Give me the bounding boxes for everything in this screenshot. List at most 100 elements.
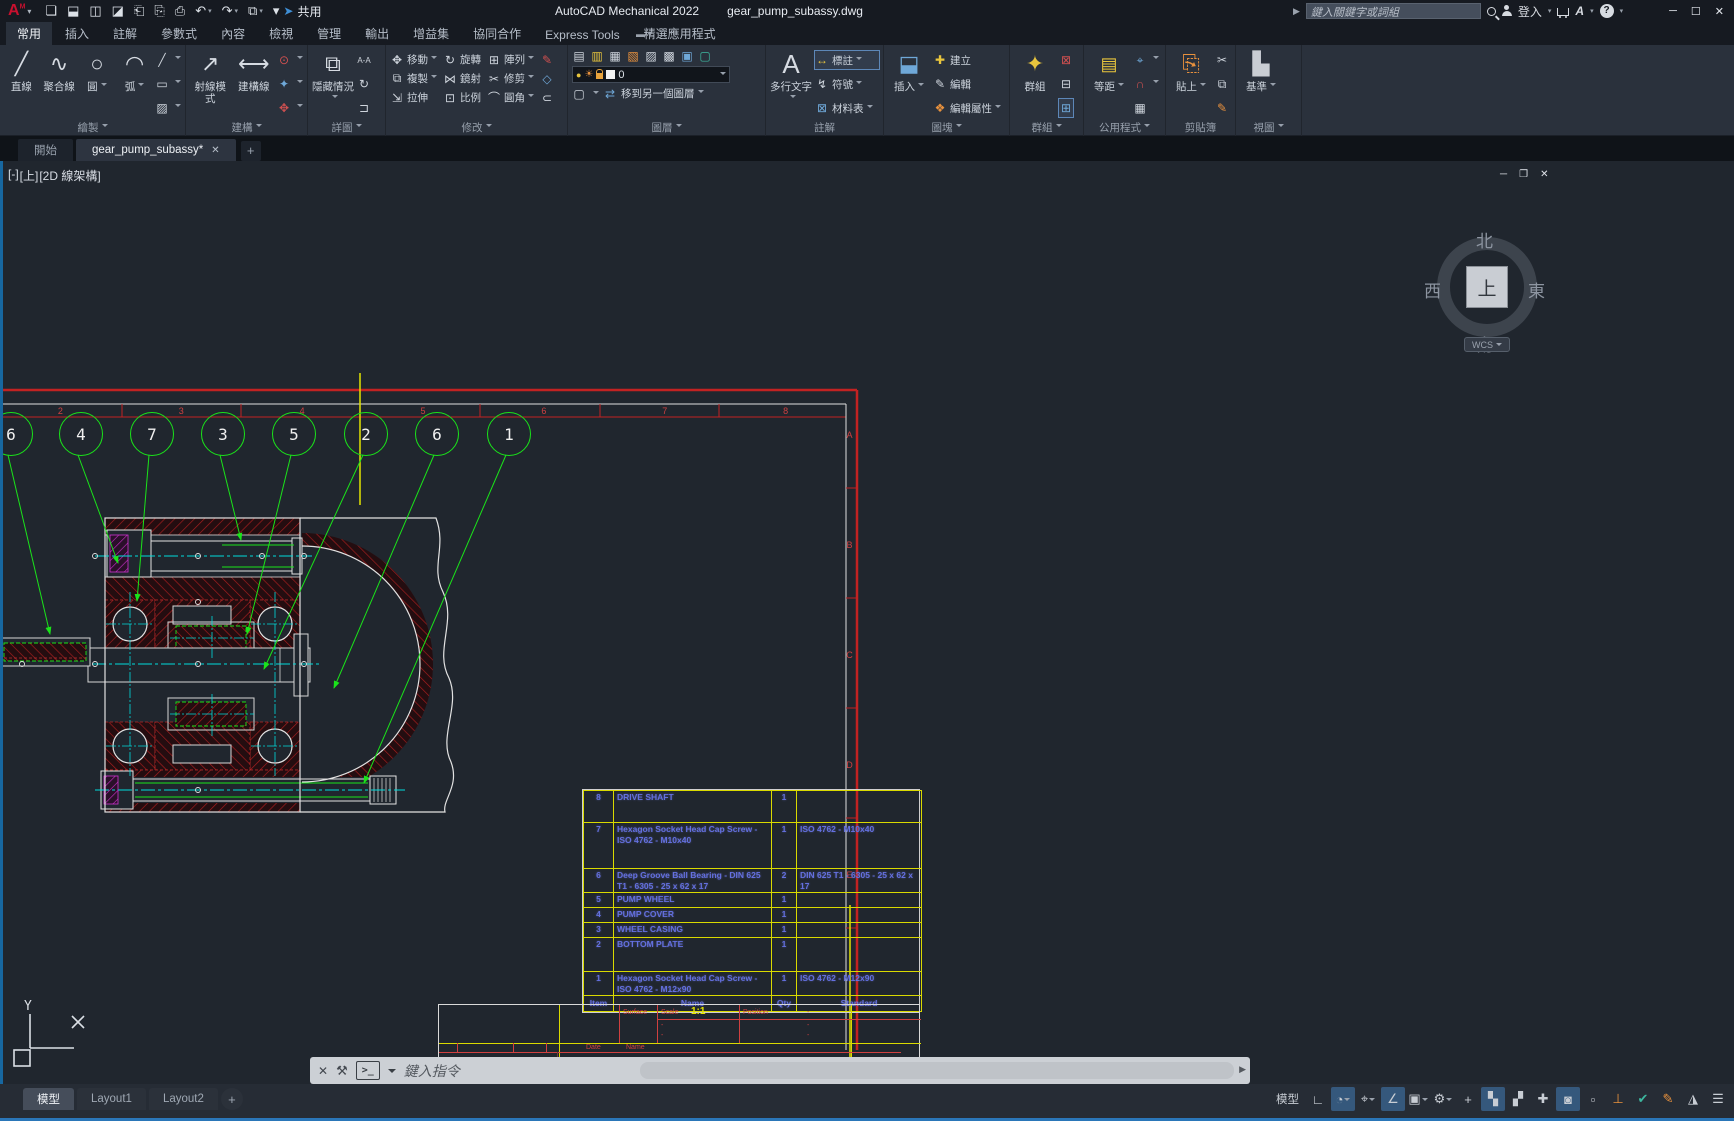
status-icon[interactable]: ◔ [1331, 1087, 1355, 1111]
qat-button[interactable]: ⧉▾ [244, 0, 267, 22]
view-cube-west[interactable]: 西 [1424, 277, 1441, 302]
new-drawing-tab-button[interactable]: + [241, 141, 261, 161]
ray-mode-button[interactable]: ↗射線模式 [190, 47, 231, 121]
ribbon-tab[interactable]: Express Tools [534, 25, 630, 45]
quick-calc-button[interactable]: ▦ [1133, 99, 1159, 117]
panel-label-clipboard[interactable]: 剪貼簿 [1166, 121, 1235, 136]
hide-situation-button[interactable]: ⧉隱藏情況 [312, 47, 354, 121]
symbol-button[interactable]: ↯符號 [815, 75, 879, 93]
section-view-button[interactable]: A-A [357, 51, 371, 69]
qat-button[interactable]: ◪▾ [108, 0, 128, 22]
array-button[interactable]: ⊞陣列 [487, 52, 534, 67]
minimize-button[interactable]: ─ [1669, 5, 1677, 17]
status-icon[interactable]: ⊥ [1606, 1087, 1630, 1111]
doc-restore-button[interactable]: ❐ [1519, 169, 1528, 180]
rectangle-button[interactable]: ▭ [155, 75, 181, 93]
measure-button[interactable]: ▤等距 [1088, 47, 1130, 121]
status-icon[interactable]: ▫ [1581, 1087, 1605, 1111]
qat-button[interactable]: ⎗▾ [130, 0, 148, 22]
layer-tool-icon[interactable]: ▣ [680, 49, 694, 63]
mtext-button[interactable]: A多行文字 [770, 47, 812, 121]
status-icon[interactable]: ▚ [1481, 1087, 1505, 1111]
search-icon[interactable] [1487, 7, 1496, 16]
new-layout-button[interactable]: + [221, 1088, 243, 1110]
file-tab-document[interactable]: gear_pump_subassy* ✕ [76, 139, 236, 161]
construct-move-button[interactable]: ✥ [277, 99, 303, 117]
layer-off-icon[interactable]: ▢ [572, 87, 586, 101]
status-icon[interactable]: ⚙ [1431, 1087, 1455, 1111]
fillet-button[interactable]: ⌒圓角 [487, 89, 534, 106]
construction-line-button[interactable]: ⟷建構線 [234, 47, 275, 121]
cut-button[interactable]: ✂ [1215, 51, 1229, 69]
circle-button[interactable]: ○圓 [80, 47, 115, 121]
qat-button[interactable]: ❏▾ [41, 0, 61, 22]
command-close-icon[interactable]: ✕ [318, 1064, 328, 1078]
signin-label[interactable]: 登入 [1518, 3, 1542, 20]
status-icon[interactable]: ◮ [1681, 1087, 1705, 1111]
edit-block-button[interactable]: ✎編輯 [933, 75, 1005, 93]
status-icon[interactable]: ✚ [1531, 1087, 1555, 1111]
layer-dropdown[interactable]: ● ☀ 0 [572, 66, 730, 83]
bom-parts-list[interactable]: 8DRIVE SHAFT 1 7Hexagon Socket Head Cap … [582, 789, 920, 1013]
qat-button[interactable]: ◫▾ [85, 0, 105, 22]
move-button[interactable]: ✥移動 [390, 52, 437, 67]
create-block-button[interactable]: ✚建立 [933, 51, 1005, 69]
ribbon-tab[interactable]: 插入 [54, 22, 100, 45]
magnet-button[interactable]: ∩ [1133, 75, 1159, 93]
search-collapse-icon[interactable]: ▶ [1293, 6, 1300, 17]
panel-label-construct[interactable]: 建構 [186, 121, 307, 136]
share-button[interactable]: ➤ 共用 [283, 3, 321, 20]
layer-color-swatch[interactable] [606, 70, 615, 79]
ribbon-display-toggle-icon[interactable]: ▬ ▾ [628, 26, 660, 43]
layer-move-icon[interactable]: ⇄ [603, 87, 617, 101]
bom-row[interactable]: 4PUMP COVER 1 [584, 908, 922, 923]
layer-tool-icon[interactable]: ▧ [626, 49, 640, 63]
panel-label-group[interactable]: 群組 [1010, 121, 1083, 136]
balloon[interactable]: 4 [59, 412, 103, 456]
bom-row[interactable]: 3WHEEL CASING 1 [584, 923, 922, 938]
model-space-label[interactable]: 模型 [1276, 1091, 1299, 1107]
quick-select-button[interactable]: ⌖ [1133, 51, 1159, 69]
ungroup-button[interactable]: ⊟ [1059, 75, 1073, 93]
qat-button[interactable]: ▾▾ [269, 0, 284, 22]
qat-button[interactable]: ⎘▾ [150, 0, 168, 22]
help-icon[interactable]: ? [1600, 4, 1614, 18]
match-properties-button[interactable]: ✎ [1215, 99, 1229, 117]
doc-close-button[interactable]: ✕ [1540, 169, 1548, 180]
command-recent-caret-icon[interactable] [388, 1069, 396, 1077]
view-cube-east[interactable]: 東 [1528, 277, 1545, 302]
view-cube-top-face[interactable]: 上 [1466, 266, 1508, 308]
panel-label-view[interactable]: 視圖 [1236, 121, 1301, 136]
qat-button[interactable]: ↶▾ [191, 0, 215, 22]
store-cart-icon[interactable] [1557, 8, 1569, 16]
copy-clip-button[interactable]: ⧉ [1215, 75, 1229, 93]
paste-button[interactable]: ⎘貼上 [1170, 47, 1212, 121]
viewport-visual-style-menu[interactable]: [2D 線架構] [39, 167, 100, 184]
panel-label-modify[interactable]: 修改 [386, 121, 567, 136]
scale-button[interactable]: ⊡比例 [443, 90, 481, 105]
bom-row[interactable]: 8DRIVE SHAFT 1 [584, 791, 922, 823]
doc-minimize-button[interactable]: ─ [1500, 169, 1507, 180]
panel-label-utilities[interactable]: 公用程式 [1084, 121, 1165, 136]
app-menu-caret-icon[interactable]: ▾ [27, 7, 31, 16]
stretch-button[interactable]: ⇲拉伸 [390, 90, 437, 105]
ribbon-tab[interactable]: 註解 [102, 22, 148, 45]
command-scroll-arrow-icon[interactable]: ▶ [1239, 1064, 1246, 1075]
autodesk-caret-icon[interactable]: ▾ [1590, 7, 1594, 15]
status-icon[interactable]: ▞ [1506, 1087, 1530, 1111]
user-icon[interactable] [1502, 6, 1512, 16]
layer-tool-icon[interactable]: ▩ [662, 49, 676, 63]
ribbon-tab[interactable]: 增益集 [402, 22, 460, 45]
layer-lock-icon[interactable] [596, 73, 603, 79]
erase-button[interactable]: ✎ [540, 53, 554, 67]
status-icon[interactable]: ☰ [1706, 1087, 1730, 1111]
command-customize-wrench-icon[interactable]: ⚒ [336, 1063, 348, 1079]
viewport-controls-menu[interactable]: [-] [8, 167, 19, 184]
group-button[interactable]: ✦群組 [1014, 47, 1056, 121]
command-input[interactable]: 鍵入指令 [404, 1061, 460, 1081]
help-search-input[interactable]: 鍵入關鍵字或詞組 [1306, 3, 1481, 19]
balloon[interactable]: 7 [130, 412, 174, 456]
signin-caret-icon[interactable]: ▾ [1548, 7, 1552, 15]
autodesk-logo-icon[interactable]: A [1575, 4, 1584, 18]
move-to-layer-button[interactable]: 移到另一個圖層 [621, 86, 704, 101]
